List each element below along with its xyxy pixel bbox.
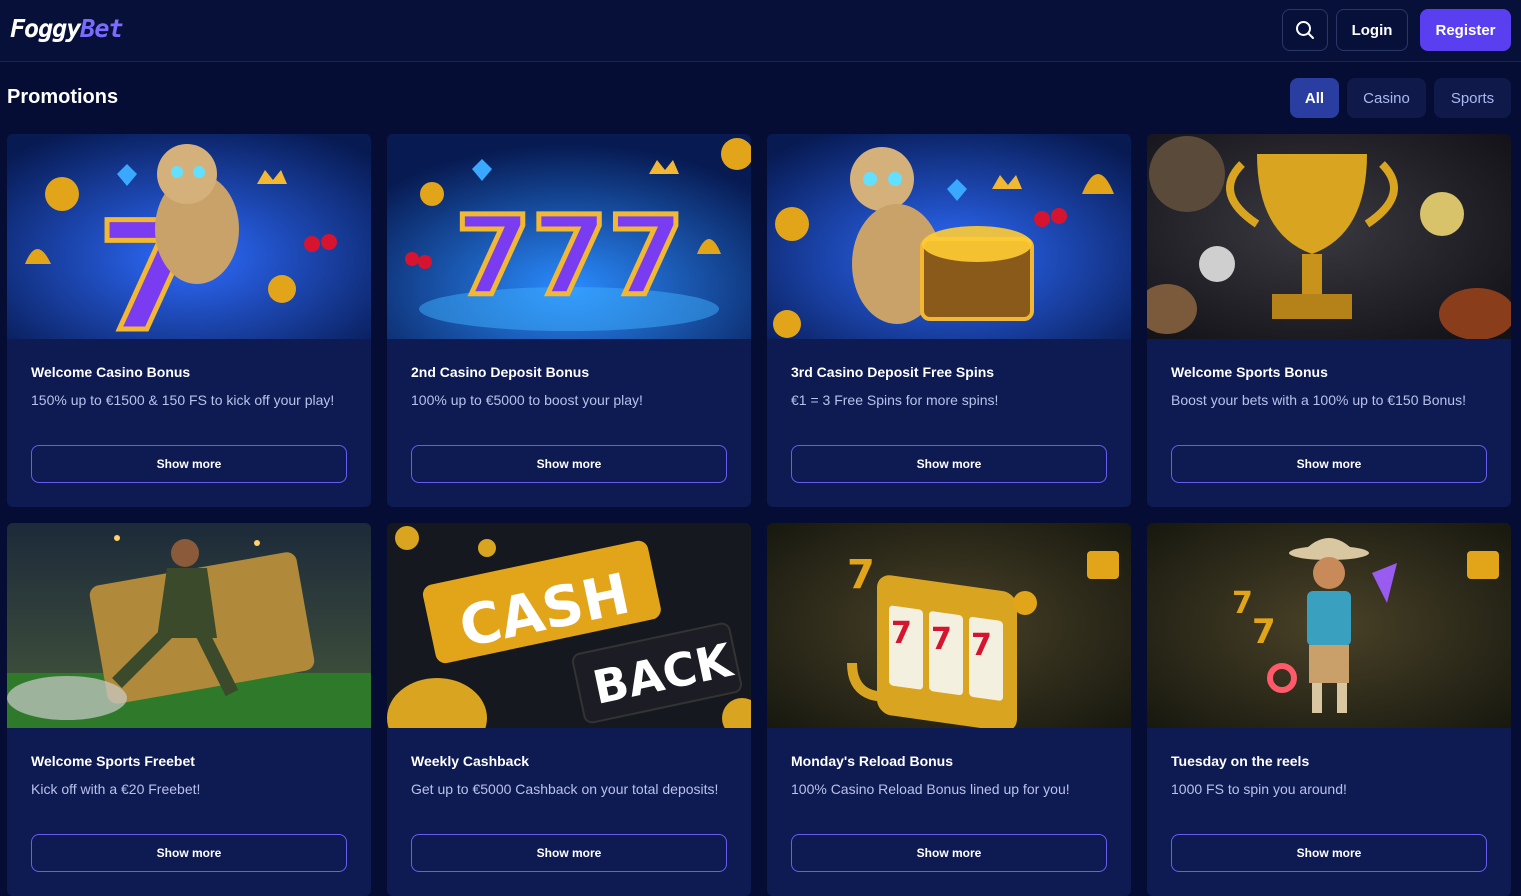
filter-tab-sports[interactable]: Sports xyxy=(1434,78,1511,118)
search-button[interactable] xyxy=(1282,9,1328,51)
floating-seven-left: 7 xyxy=(1232,586,1253,621)
promo-card-3rd-casino-deposit-free-spins: 3rd Casino Deposit Free Spins €1 = 3 Fre… xyxy=(767,134,1131,507)
promo-description: Boost your bets with a 100% up to €150 B… xyxy=(1171,392,1466,408)
promo-card-welcome-sports-bonus: Welcome Sports Bonus Boost your bets wit… xyxy=(1147,134,1511,507)
seven-reel-1: 7 xyxy=(891,616,912,651)
filter-tab-casino[interactable]: Casino xyxy=(1347,78,1426,118)
promo-description: Get up to €5000 Cashback on your total d… xyxy=(411,781,719,797)
show-more-button[interactable]: Show more xyxy=(411,834,727,872)
seven-reel-2: 7 xyxy=(931,622,952,657)
floating-seven: 7 xyxy=(847,552,875,598)
show-more-button[interactable]: Show more xyxy=(791,834,1107,872)
show-more-button[interactable]: Show more xyxy=(791,445,1107,483)
seven-reel-3: 7 xyxy=(971,628,992,663)
show-more-button[interactable]: Show more xyxy=(1171,445,1487,483)
promo-image-slot-machine: 7 7 7 7 xyxy=(767,523,1131,728)
promo-card-weekly-cashback: CASH BACK Weekly Cashback Get up to €500… xyxy=(387,523,751,896)
show-more-button[interactable]: Show more xyxy=(411,445,727,483)
promo-title: Weekly Cashback xyxy=(411,753,530,769)
promo-title: 3rd Casino Deposit Free Spins xyxy=(791,364,995,380)
triple-seven-graphic: 777 xyxy=(455,192,685,320)
promo-title: Welcome Sports Bonus xyxy=(1171,364,1328,380)
filter-tab-all[interactable]: All xyxy=(1290,78,1339,118)
promo-title: Welcome Casino Bonus xyxy=(31,364,191,380)
logo-text-bet: Bet xyxy=(80,14,123,43)
promo-image-cash-back-banner: CASH BACK xyxy=(387,523,751,728)
promo-card-2nd-casino-deposit-bonus: 777 2nd Casino Deposit Bonus 100% up to … xyxy=(387,134,751,507)
top-header: FoggyBet Login Register xyxy=(0,0,1521,62)
page-title: Promotions xyxy=(7,86,119,108)
promo-description: €1 = 3 Free Spins for more spins! xyxy=(791,392,999,408)
search-icon xyxy=(1295,20,1315,40)
promo-title: Welcome Sports Freebet xyxy=(31,753,195,769)
logo-text-foggy: Foggy xyxy=(10,14,81,43)
promo-card-mondays-reload-bonus: 7 7 7 7 Monday's Reload Bonus 100% Casin… xyxy=(767,523,1131,896)
promo-card-tuesday-on-the-reels: 7 7 Tuesday on the reels 1000 FS to spin… xyxy=(1147,523,1511,896)
promo-description: 100% up to €5000 to boost your play! xyxy=(411,392,643,408)
promo-image-football-player-ticket xyxy=(7,523,371,728)
promo-card-welcome-casino-bonus: 7 Welcome Casino Bonus 150% up to €1500 … xyxy=(7,134,371,507)
show-more-button[interactable]: Show more xyxy=(31,834,347,872)
promo-description: 150% up to €1500 & 150 FS to kick off yo… xyxy=(31,392,335,408)
login-button[interactable]: Login xyxy=(1336,9,1408,51)
promo-title: Monday's Reload Bonus xyxy=(791,753,954,769)
promo-image-mummy-slot-seven: 7 xyxy=(7,134,371,339)
promo-title: Tuesday on the reels xyxy=(1171,753,1310,769)
promo-image-golden-trophy xyxy=(1147,134,1511,339)
floating-seven-mid: 7 xyxy=(1252,612,1276,652)
foggybet-logo[interactable]: FoggyBet xyxy=(10,14,123,43)
show-more-button[interactable]: Show more xyxy=(1171,834,1487,872)
promo-title: 2nd Casino Deposit Bonus xyxy=(411,364,590,380)
register-button[interactable]: Register xyxy=(1420,9,1511,51)
promo-image-triple-seven: 777 xyxy=(387,134,751,339)
promo-description: Kick off with a €20 Freebet! xyxy=(31,781,201,797)
promo-image-mummy-treasure-chest xyxy=(767,134,1131,339)
promo-image-cowboy-character: 7 7 xyxy=(1147,523,1511,728)
promo-description: 1000 FS to spin you around! xyxy=(1171,781,1347,797)
promo-card-welcome-sports-freebet: Welcome Sports Freebet Kick off with a €… xyxy=(7,523,371,896)
promo-description: 100% Casino Reload Bonus lined up for yo… xyxy=(791,781,1070,797)
show-more-button[interactable]: Show more xyxy=(31,445,347,483)
